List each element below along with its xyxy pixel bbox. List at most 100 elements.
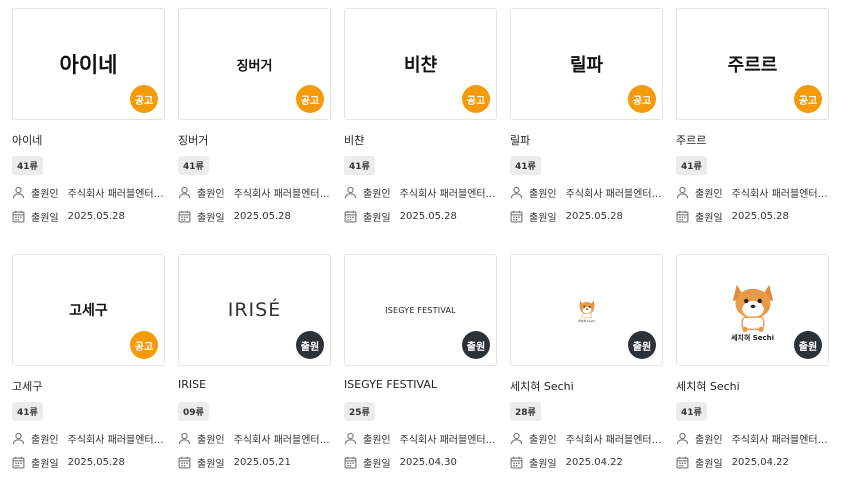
date-label: 출원일 xyxy=(31,459,59,470)
applicant-label: 출원인 xyxy=(695,435,723,446)
calendar-icon xyxy=(12,210,25,223)
trademark-thumbnail[interactable]: 비챤 공고 xyxy=(344,8,497,120)
trademark-mark-text: ISEGYE FESTIVAL xyxy=(385,305,456,315)
class-tag: 41류 xyxy=(676,402,707,421)
dog-mascot-icon xyxy=(578,300,595,319)
date-row: 출원일 2025.05.28 xyxy=(510,209,663,224)
trademark-thumbnail[interactable]: IRISÉ 출원 xyxy=(178,254,331,366)
person-icon xyxy=(676,186,689,199)
status-badge: 공고 xyxy=(794,85,822,113)
applicant-label: 출원인 xyxy=(31,435,59,446)
status-badge: 공고 xyxy=(462,85,490,113)
person-icon xyxy=(178,432,191,445)
applicant-value: 주식회사 패러블엔터테인먼트 xyxy=(399,435,497,446)
trademark-card[interactable]: 세치혀 Sechi 출원 세치혀 Sechi 28류 출원인 주식회사 패러블엔… xyxy=(510,254,663,470)
mascot-logo-large: 세치혀 Sechi xyxy=(724,278,782,343)
calendar-icon xyxy=(344,210,357,223)
date-value: 2025.05.28 xyxy=(67,211,125,222)
date-row: 출원일 2025.05.28 xyxy=(344,209,497,224)
status-badge: 출원 xyxy=(794,331,822,359)
date-label: 출원일 xyxy=(695,213,723,224)
trademark-thumbnail[interactable]: 징버거 공고 xyxy=(178,8,331,120)
status-badge: 출원 xyxy=(462,331,490,359)
trademark-thumbnail[interactable]: 릴파 공고 xyxy=(510,8,663,120)
applicant-label: 출원인 xyxy=(31,189,59,200)
date-value: 2025.05.28 xyxy=(399,211,457,222)
mascot-caption: 세치혀 Sechi xyxy=(730,333,775,342)
date-label: 출원일 xyxy=(363,459,391,470)
trademark-card[interactable]: 비챤 공고 비챤 41류 출원인 주식회사 패러블엔터테인먼트 출원일 2025… xyxy=(344,8,497,224)
date-row: 출원일 2025.04.30 xyxy=(344,455,497,470)
class-tag: 25류 xyxy=(344,402,375,421)
applicant-row: 출원인 주식회사 패러블엔터테인먼트 xyxy=(178,185,331,200)
applicant-value: 주식회사 패러블엔터테인먼트 xyxy=(67,189,165,200)
person-icon xyxy=(344,432,357,445)
trademark-name[interactable]: 세치혀 Sechi xyxy=(510,378,663,393)
date-label: 출원일 xyxy=(529,213,557,224)
person-icon xyxy=(676,432,689,445)
applicant-value: 주식회사 패러블엔터테인먼트 xyxy=(731,189,829,200)
calendar-icon xyxy=(676,456,689,469)
trademark-thumbnail[interactable]: 세치혀 Sechi 출원 xyxy=(510,254,663,366)
trademark-name[interactable]: 징버거 xyxy=(178,132,331,147)
trademark-mark-text: 릴파 xyxy=(569,55,604,76)
date-label: 출원일 xyxy=(363,213,391,224)
applicant-label: 출원인 xyxy=(529,189,557,200)
trademark-thumbnail[interactable]: ISEGYE FESTIVAL 출원 xyxy=(344,254,497,366)
applicant-row: 출원인 주식회사 패러블엔터테인먼트 xyxy=(510,185,663,200)
applicant-row: 출원인 주식회사 패러블엔터테인먼트 xyxy=(12,185,165,200)
class-tag: 41류 xyxy=(676,156,707,175)
date-row: 출원일 2025.04.22 xyxy=(510,455,663,470)
class-tag: 09류 xyxy=(178,402,209,421)
trademark-card[interactable]: 징버거 공고 징버거 41류 출원인 주식회사 패러블엔터테인먼트 출원일 20… xyxy=(178,8,331,224)
status-badge: 출원 xyxy=(628,331,656,359)
trademark-mark-text: 비챤 xyxy=(403,55,438,76)
trademark-name[interactable]: 비챤 xyxy=(344,132,497,147)
trademark-name[interactable]: 릴파 xyxy=(510,132,663,147)
calendar-icon xyxy=(344,456,357,469)
date-value: 2025.05.28 xyxy=(67,457,125,468)
trademark-name[interactable]: 주르르 xyxy=(676,132,829,147)
person-icon xyxy=(510,186,523,199)
date-row: 출원일 2025.05.28 xyxy=(12,209,165,224)
trademark-thumbnail[interactable]: 세치혀 Sechi 출원 xyxy=(676,254,829,366)
applicant-row: 출원인 주식회사 패러블엔터테인먼트 xyxy=(510,431,663,446)
applicant-label: 출원인 xyxy=(363,189,391,200)
applicant-row: 출원인 주식회사 패러블엔터테인먼트 xyxy=(344,185,497,200)
trademark-name[interactable]: IRISE xyxy=(178,378,331,392)
date-label: 출원일 xyxy=(197,213,225,224)
trademark-card[interactable]: 주르르 공고 주르르 41류 출원인 주식회사 패러블엔터테인먼트 출원일 20… xyxy=(676,8,829,224)
date-value: 2025.05.21 xyxy=(233,457,291,468)
trademark-card[interactable]: ISEGYE FESTIVAL 출원 ISEGYE FESTIVAL 25류 출… xyxy=(344,254,497,470)
trademark-card[interactable]: 고세구 공고 고세구 41류 출원인 주식회사 패러블엔터테인먼트 출원일 20… xyxy=(12,254,165,470)
calendar-icon xyxy=(510,210,523,223)
date-row: 출원일 2025.04.22 xyxy=(676,455,829,470)
date-label: 출원일 xyxy=(31,213,59,224)
trademark-thumbnail[interactable]: 주르르 공고 xyxy=(676,8,829,120)
class-tag: 28류 xyxy=(510,402,541,421)
trademark-name[interactable]: 세치혀 Sechi xyxy=(676,378,829,393)
applicant-value: 주식회사 패러블엔터테인먼트 xyxy=(67,435,165,446)
trademark-name[interactable]: 고세구 xyxy=(12,378,165,393)
calendar-icon xyxy=(12,456,25,469)
trademark-card[interactable]: 아이네 공고 아이네 41류 출원인 주식회사 패러블엔터테인먼트 출원일 20… xyxy=(12,8,165,224)
trademark-thumbnail[interactable]: 아이네 공고 xyxy=(12,8,165,120)
trademark-card[interactable]: 세치혀 Sechi 출원 세치혀 Sechi 41류 출원인 주식회사 패러블엔… xyxy=(676,254,829,470)
applicant-value: 주식회사 패러블엔터테인먼트 xyxy=(233,435,331,446)
trademark-card[interactable]: IRISÉ 출원 IRISE 09류 출원인 주식회사 패러블엔터테인먼트 출원… xyxy=(178,254,331,470)
mascot-logo-small: 세치혀 Sechi xyxy=(576,297,598,323)
date-label: 출원일 xyxy=(695,459,723,470)
mascot-caption: 세치혀 Sechi xyxy=(577,319,596,323)
applicant-label: 출원인 xyxy=(695,189,723,200)
applicant-value: 주식회사 패러블엔터테인먼트 xyxy=(399,189,497,200)
trademark-card[interactable]: 릴파 공고 릴파 41류 출원인 주식회사 패러블엔터테인먼트 출원일 2025… xyxy=(510,8,663,224)
trademark-name[interactable]: 아이네 xyxy=(12,132,165,147)
date-value: 2025.05.28 xyxy=(565,211,623,222)
applicant-label: 출원인 xyxy=(197,189,225,200)
calendar-icon xyxy=(676,210,689,223)
date-value: 2025.04.30 xyxy=(399,457,457,468)
trademark-thumbnail[interactable]: 고세구 공고 xyxy=(12,254,165,366)
calendar-icon xyxy=(178,456,191,469)
class-tag: 41류 xyxy=(344,156,375,175)
trademark-name[interactable]: ISEGYE FESTIVAL xyxy=(344,378,497,392)
